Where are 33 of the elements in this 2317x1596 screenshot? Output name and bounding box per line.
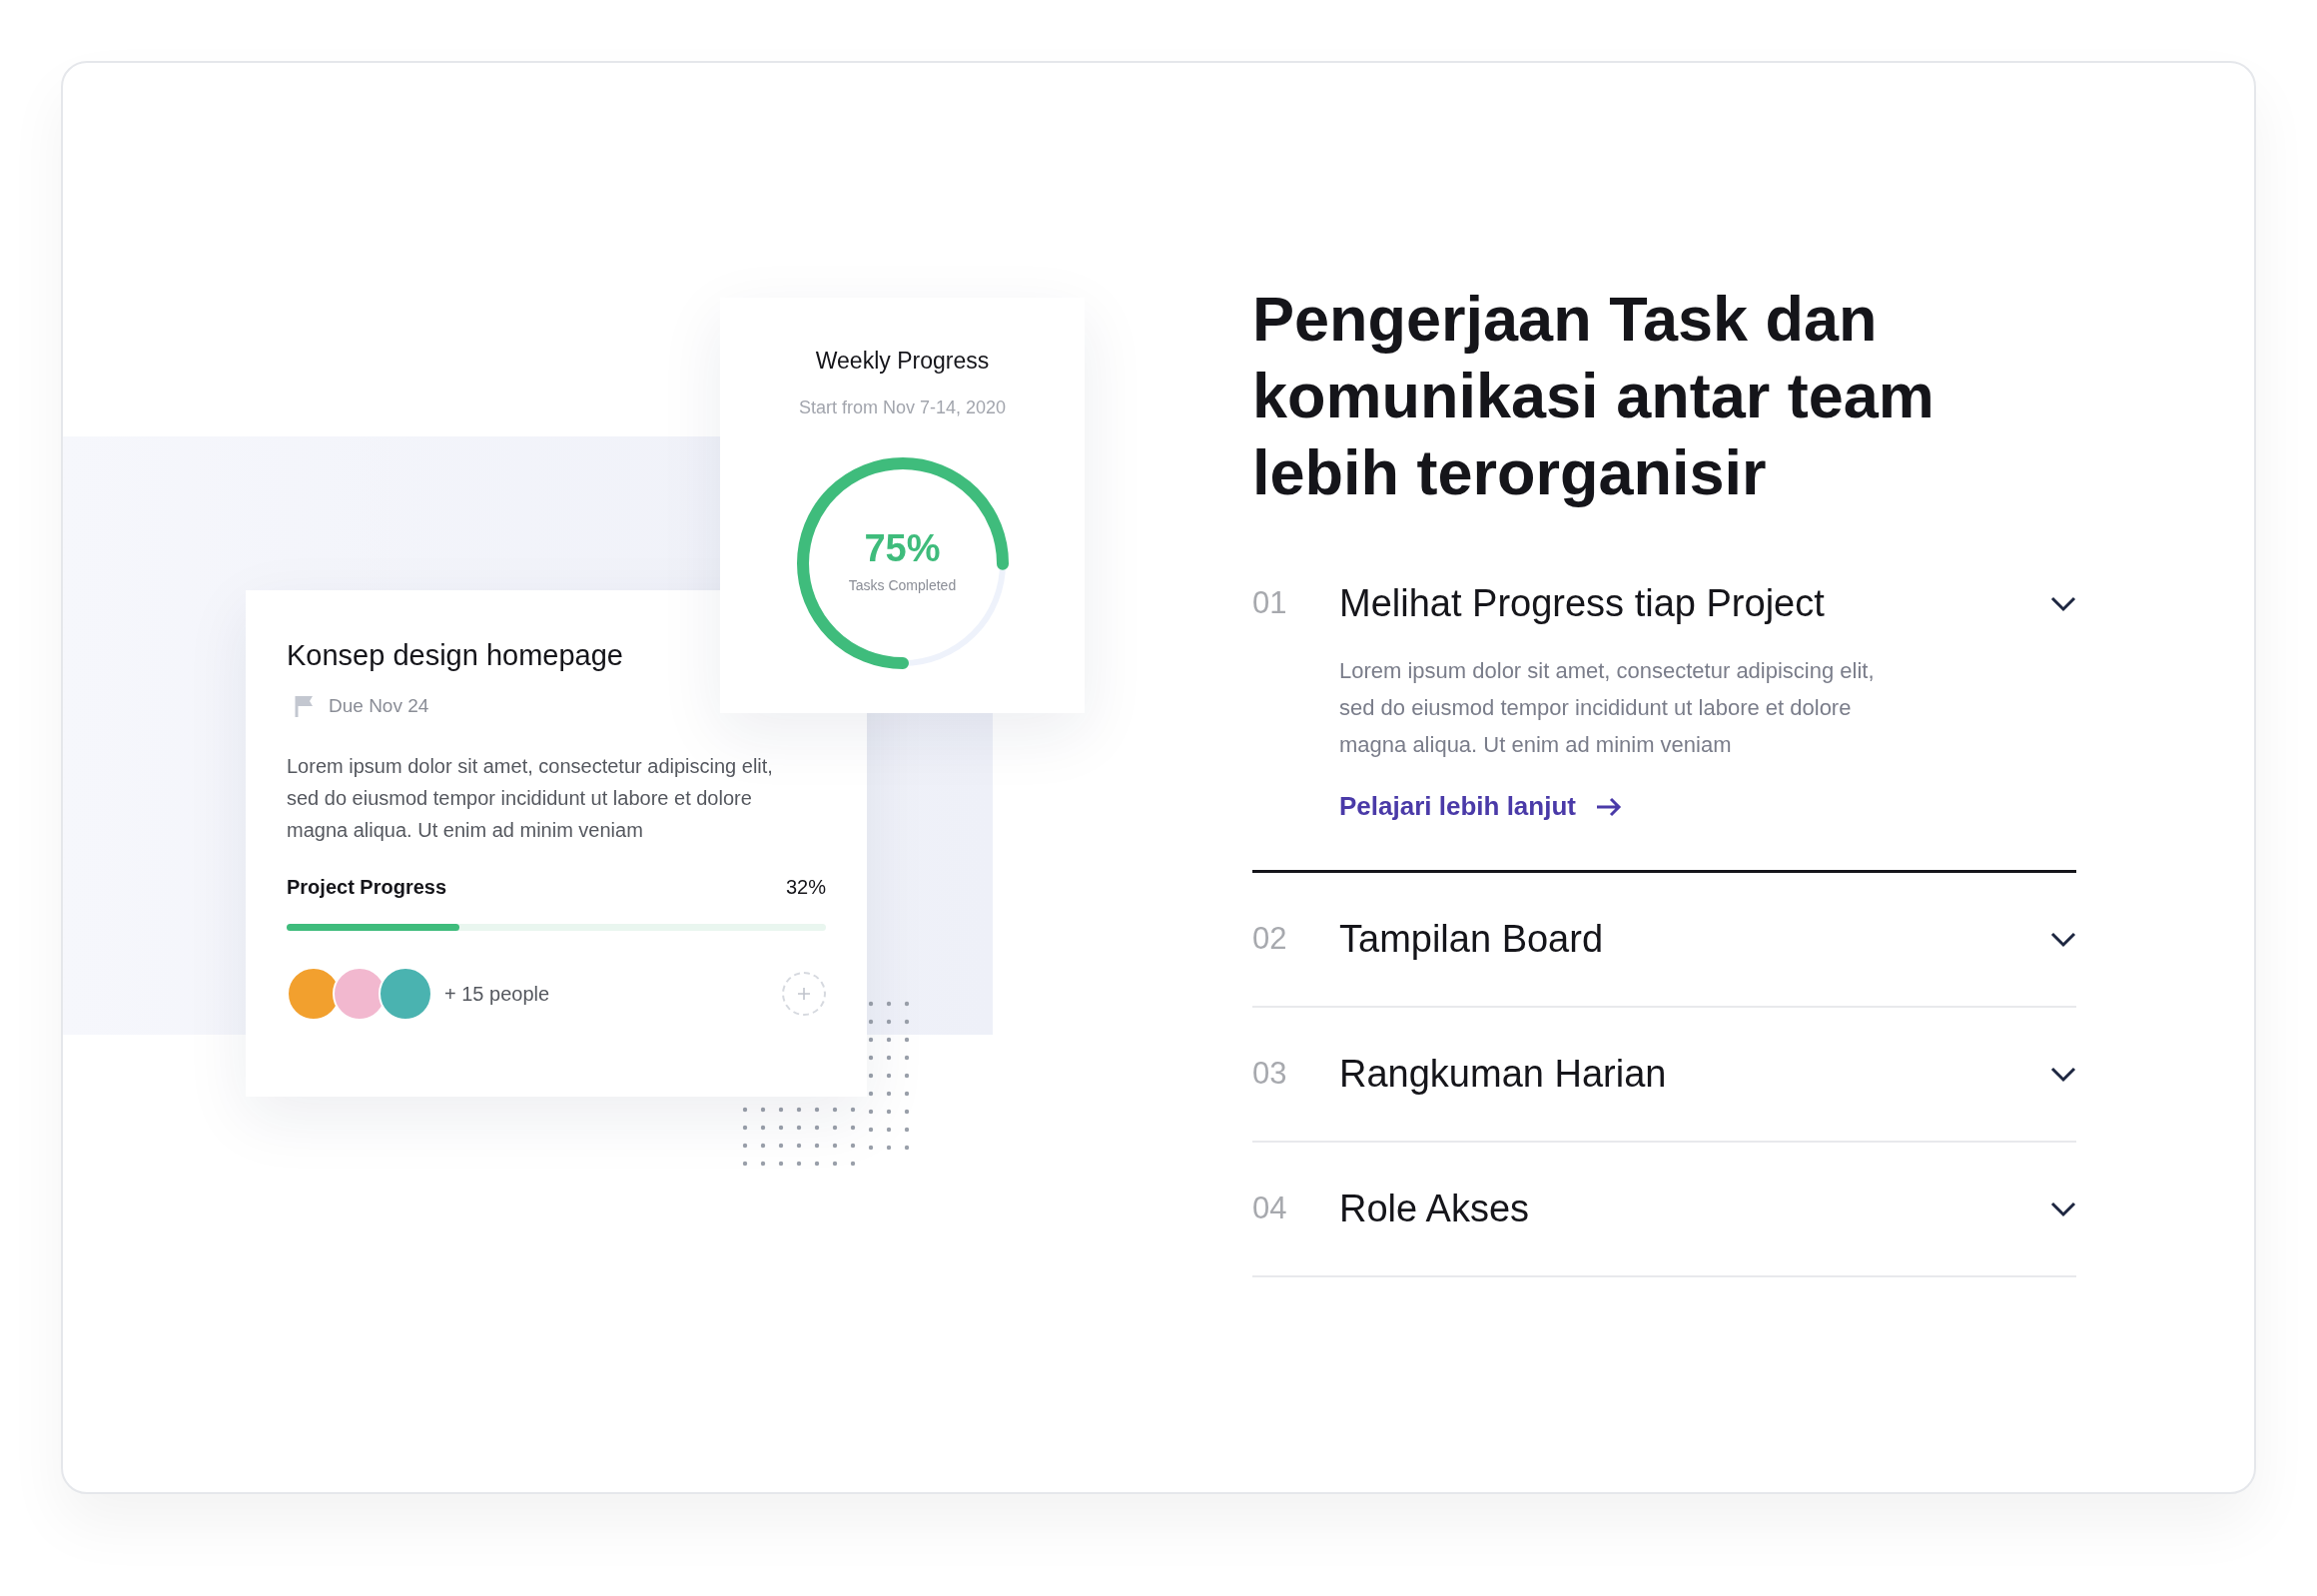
item-number: 01 [1252, 584, 1288, 623]
ring-caption: Tasks Completed [848, 576, 957, 595]
item-number: 04 [1252, 1190, 1288, 1228]
progress-label: Project Progress [287, 875, 447, 900]
progress-reading: 32% [785, 875, 826, 900]
flag-icon [295, 693, 315, 718]
learn-more-link[interactable]: Pelajari lebih lanjut [1339, 787, 1622, 826]
feature-description: Lorem ipsum dolor sit amet, consectetur adipiscing elit, sed do eiusmod tempor incididunt ut labore et dolore magna aliqua. Ut enim ad minim veniam [1339, 657, 1876, 759]
card-title: Weekly Progress [815, 347, 990, 376]
card-title: Konsep design homepage [287, 638, 624, 673]
accordion-header[interactable]: 01 Melihat Progress tiap Project [1252, 575, 2076, 632]
card-description: Lorem ipsum dolor sit amet, consectetur adipiscing elit, sed do eiusmod tempor incididunt ut labore et dolore magna aliqua. Ut enim ad minim veniam [287, 754, 774, 843]
due-date: Due Nov 24 [329, 693, 429, 718]
chevron-down-icon [2050, 1066, 2076, 1083]
accordion-title: Tampilan Board [1339, 917, 1605, 962]
percent-reading: 75% [864, 529, 941, 567]
add-person-button[interactable] [782, 972, 826, 1016]
accordion-header[interactable]: 03 Rangkuman Harian [1252, 1046, 2076, 1103]
arrow-right-icon [1595, 796, 1622, 817]
people-count: + 15 people [444, 982, 550, 1007]
accordion-title: Melihat Progress tiap Project [1339, 581, 1826, 626]
plus-icon [797, 987, 811, 1001]
accordion-title: Role Akses [1339, 1187, 1531, 1231]
accordion-title: Rangkuman Harian [1339, 1052, 1668, 1097]
item-number: 02 [1252, 920, 1288, 959]
accordion-header[interactable]: 02 Tampilan Board [1252, 911, 2076, 968]
chevron-down-icon [2050, 595, 2076, 612]
accordion-header[interactable]: 04 Role Akses [1252, 1181, 2076, 1237]
chevron-down-icon [2050, 931, 2076, 948]
chevron-down-icon [2050, 1200, 2076, 1217]
section-heading: Pengerjaan Task dan komunikasi antar team lebih terorganisir [1252, 283, 1935, 509]
item-number: 03 [1252, 1055, 1288, 1094]
date-range: Start from Nov 7-14, 2020 [798, 396, 1007, 419]
